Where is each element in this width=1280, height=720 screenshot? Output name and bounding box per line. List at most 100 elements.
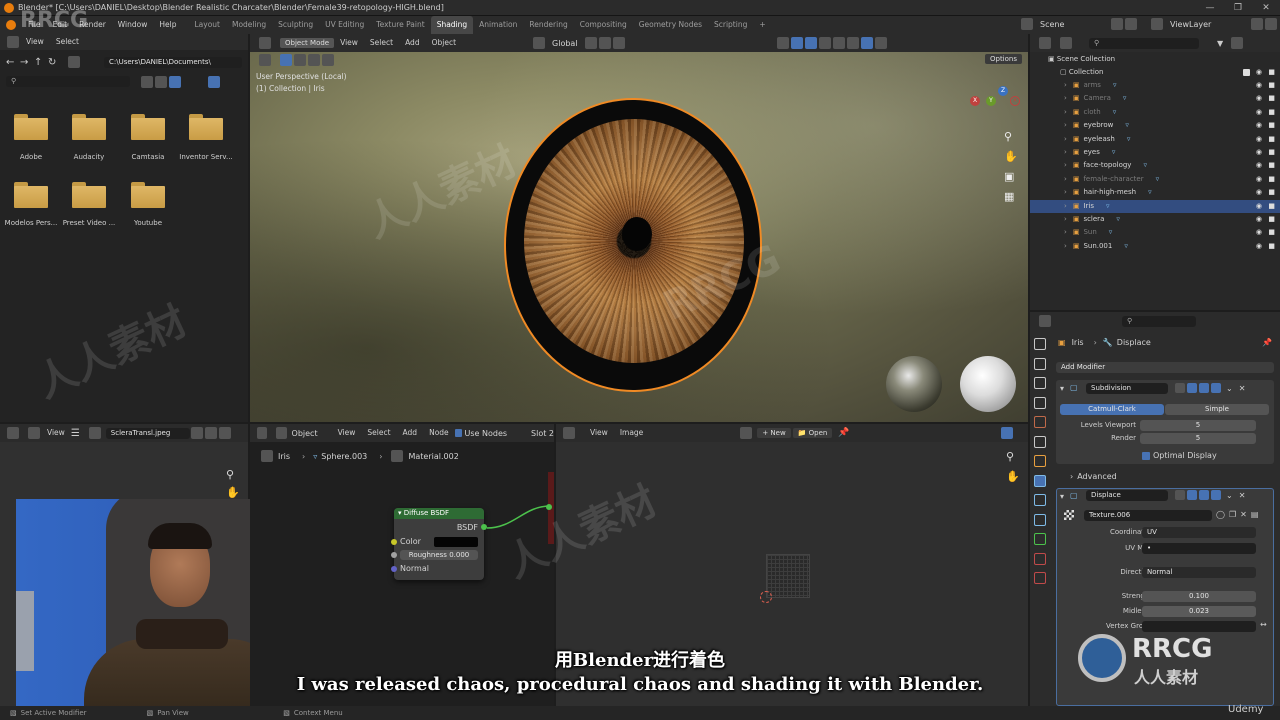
editor-type-icon[interactable] <box>1039 37 1051 49</box>
expand-arrow-icon[interactable]: › <box>1064 148 1067 156</box>
gizmo-neg-x-axis[interactable]: × <box>1010 96 1020 106</box>
tab-animation[interactable]: Animation <box>473 16 523 34</box>
folder-label-youtube[interactable]: Youtube <box>117 219 179 227</box>
scene-collection-row[interactable]: ▣ Scene Collection <box>1030 53 1280 66</box>
outliner-item[interactable]: › ▣ Camera ▿ ◉ ■ <box>1030 92 1280 105</box>
path-field[interactable]: C:\Users\DANIEL\Documents\ <box>104 57 242 68</box>
overlay-icon[interactable] <box>804 37 817 49</box>
roughness-field[interactable]: Roughness 0.000 <box>400 550 478 560</box>
add-workspace-button[interactable]: + <box>753 16 771 34</box>
forward-arrow-icon[interactable]: → <box>20 57 34 68</box>
proportional-edit-icon[interactable] <box>612 37 625 49</box>
collapse-arrow-icon[interactable]: ▾ <box>398 509 402 517</box>
minimize-icon[interactable]: — <box>1196 0 1224 16</box>
vertex-group-field[interactable] <box>1142 621 1256 632</box>
physics-tab-icon[interactable] <box>1034 513 1046 526</box>
pan-hand-icon[interactable]: ✋ <box>226 486 240 499</box>
expand-arrow-icon[interactable]: › <box>1064 228 1067 236</box>
camera-icon[interactable]: ■ <box>1268 200 1275 213</box>
eye-icon[interactable]: ◉ <box>1256 159 1262 172</box>
new-image-button[interactable]: + New <box>757 428 791 438</box>
folder-icon[interactable] <box>131 114 165 140</box>
outliner-item[interactable]: › ▣ eyebrow ▿ ◉ ■ <box>1030 119 1280 132</box>
advanced-subpanel[interactable]: › Advanced <box>1070 472 1117 481</box>
displace-name-field[interactable]: Displace <box>1086 490 1168 501</box>
material-shading-icon[interactable] <box>860 37 873 49</box>
camera-icon[interactable]: ■ <box>1268 226 1275 239</box>
ne-menu-view[interactable]: View <box>332 424 362 442</box>
expand-arrow-icon[interactable]: › <box>1064 242 1067 250</box>
camera-icon[interactable]: ■ <box>1268 240 1275 253</box>
tab-rendering[interactable]: Rendering <box>523 16 573 34</box>
ie-menu-view[interactable]: View <box>584 424 614 442</box>
pan-hand-icon[interactable]: ✋ <box>1004 150 1022 170</box>
outliner-item[interactable]: › ▣ arms ▿ ◉ ■ <box>1030 79 1280 92</box>
modifier-tab-icon[interactable] <box>1034 474 1046 487</box>
vp-menu-select[interactable]: Select <box>364 34 399 52</box>
tab-compositing[interactable]: Compositing <box>574 16 633 34</box>
roughness-input-socket[interactable] <box>391 552 397 558</box>
file-search-input[interactable]: ⚲ <box>6 76 130 87</box>
expand-arrow-icon[interactable]: › <box>1064 161 1067 169</box>
delete-view-layer-icon[interactable] <box>1265 18 1277 30</box>
menu-help[interactable]: Help <box>153 16 182 34</box>
3d-viewport[interactable]: Options User Perspective (Local) (1) Col… <box>250 52 1028 422</box>
zoom-icon[interactable]: ⚲ <box>1006 450 1014 463</box>
camera-icon[interactable]: ■ <box>1268 133 1275 146</box>
editor-type-icon[interactable] <box>257 427 268 439</box>
delete-scene-icon[interactable] <box>1125 18 1137 30</box>
ne-menu-select[interactable]: Select <box>361 424 396 442</box>
image-browse-icon[interactable] <box>740 427 753 439</box>
folder-label-inventor[interactable]: Inventor Serv... <box>175 153 237 161</box>
gizmo-icon[interactable] <box>790 37 803 49</box>
tab-texture-paint[interactable]: Texture Paint <box>370 16 430 34</box>
zoom-icon[interactable]: ⚲ <box>1004 130 1022 150</box>
outliner-item[interactable]: › ▣ Iris ▿ ◉ ■ <box>1030 199 1280 213</box>
wireframe-shading-icon[interactable] <box>832 37 845 49</box>
outliner-item[interactable]: › ▣ face-topology ▿ ◉ ■ <box>1030 159 1280 172</box>
blender-menu-icon[interactable] <box>6 20 16 30</box>
open-image-icon[interactable] <box>218 427 231 439</box>
scene-name[interactable]: Scene <box>1040 20 1110 29</box>
pivot-icon[interactable] <box>584 37 597 49</box>
direction-dropdown[interactable]: Normal <box>1142 567 1256 578</box>
image-browse-icon[interactable] <box>88 427 101 439</box>
eye-icon[interactable]: ◉ <box>1256 119 1262 132</box>
eye-icon[interactable]: ◉ <box>1256 186 1262 199</box>
diffuse-bsdf-node[interactable]: ▾ Diffuse BSDF BSDF Color Roughness 0.00… <box>391 508 487 580</box>
output-tab-icon[interactable] <box>1034 377 1046 389</box>
shader-type-icon[interactable] <box>276 427 287 439</box>
tab-shading[interactable]: Shading <box>430 16 474 34</box>
camera-icon[interactable]: ■ <box>1268 79 1275 92</box>
object-tab-icon[interactable] <box>1034 455 1046 467</box>
tab-modeling[interactable]: Modeling <box>226 16 272 34</box>
view-layer-tab-icon[interactable] <box>1034 396 1046 409</box>
ne-menu-add[interactable]: Add <box>397 424 424 442</box>
catmull-clark-tab[interactable]: Catmull-Clark <box>1060 404 1164 415</box>
material-tab-icon[interactable] <box>1034 572 1046 584</box>
view-layer-selector[interactable]: ViewLayer <box>1150 18 1278 30</box>
render-toggle-icon[interactable] <box>1211 490 1221 500</box>
image-name-field[interactable]: ScleraTransl.jpeg <box>105 427 190 439</box>
select-extend-icon[interactable] <box>294 54 306 66</box>
filter-icon[interactable] <box>208 76 220 88</box>
copy-scene-icon[interactable] <box>1111 18 1123 30</box>
zoom-icon[interactable]: ⚲ <box>226 468 234 481</box>
editor-type-icon[interactable] <box>259 37 271 49</box>
expand-arrow-icon[interactable]: › <box>1064 215 1067 223</box>
expand-arrow-icon[interactable]: ▾ <box>1060 384 1064 393</box>
new-image-icon[interactable] <box>204 427 217 439</box>
node-header[interactable]: ▾ Diffuse BSDF <box>394 508 484 519</box>
ortho-grid-icon[interactable]: ▦ <box>1004 190 1022 210</box>
constraints-tab-icon[interactable] <box>1034 533 1046 545</box>
select-invert-icon[interactable] <box>322 54 334 66</box>
camera-icon[interactable]: ■ <box>1268 106 1275 119</box>
transform-orientation-icon[interactable] <box>533 37 546 49</box>
outliner-item[interactable]: › ▣ cloth ▿ ◉ ■ <box>1030 106 1280 119</box>
close-icon[interactable]: ✕ <box>1240 510 1247 519</box>
outliner-item[interactable]: › ▣ eyeleash ▿ ◉ ■ <box>1030 133 1280 146</box>
shield-icon[interactable]: ◯ <box>1216 510 1225 519</box>
dropdown-arrow-icon[interactable]: ⌄ <box>1226 384 1233 393</box>
editor-type-icon[interactable] <box>7 36 19 48</box>
tab-uv-editing[interactable]: UV Editing <box>319 16 370 34</box>
